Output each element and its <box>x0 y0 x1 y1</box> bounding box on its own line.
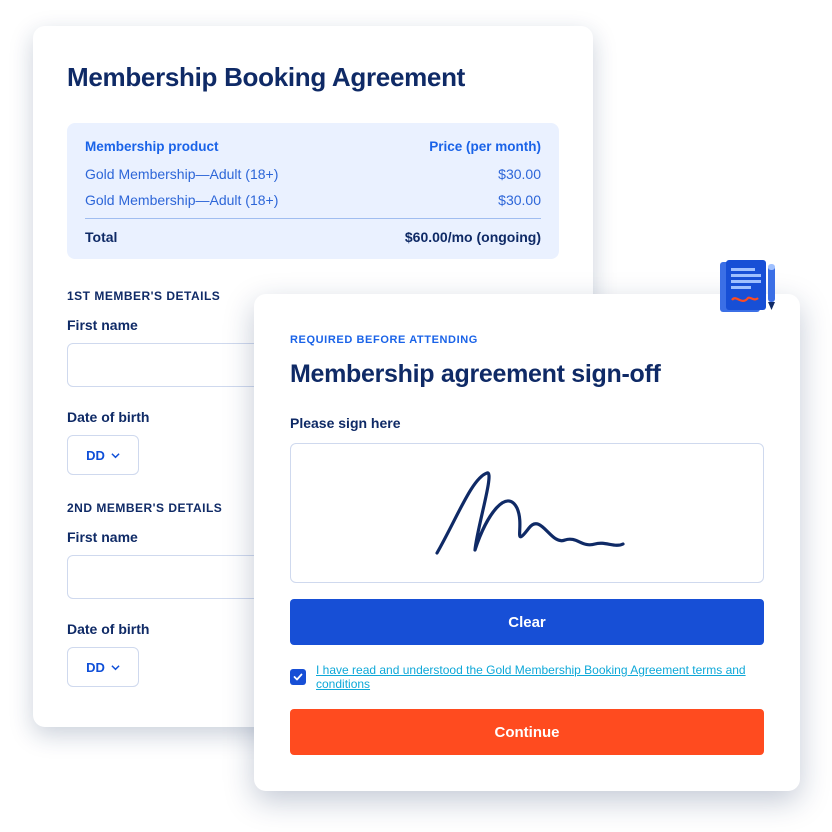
col-price-header: Price (per month) <box>429 139 541 154</box>
signature-stroke <box>417 458 637 568</box>
table-row: Gold Membership—Adult (18+) $30.00 <box>85 192 541 208</box>
col-product-header: Membership product <box>85 139 219 154</box>
overline-label: REQUIRED BEFORE ATTENDING <box>290 334 764 346</box>
member1-dob-day-select[interactable]: DD <box>67 435 139 475</box>
continue-button[interactable]: Continue <box>290 709 764 755</box>
signoff-card: REQUIRED BEFORE ATTENDING Membership agr… <box>254 294 800 791</box>
dob-spacer <box>151 435 165 475</box>
table-row: Gold Membership—Adult (18+) $30.00 <box>85 166 541 182</box>
product-name: Gold Membership—Adult (18+) <box>85 192 278 208</box>
document-sign-icon <box>714 260 784 330</box>
pricing-table: Membership product Price (per month) Gol… <box>67 123 559 259</box>
chevron-down-icon <box>111 663 120 672</box>
member2-dob-day-select[interactable]: DD <box>67 647 139 687</box>
total-label: Total <box>85 229 117 245</box>
select-value: DD <box>86 660 105 675</box>
signature-label: Please sign here <box>290 415 764 431</box>
button-label: Continue <box>495 724 560 741</box>
check-icon <box>293 672 303 682</box>
product-price: $30.00 <box>498 192 541 208</box>
product-name: Gold Membership—Adult (18+) <box>85 166 278 182</box>
page-title: Membership Booking Agreement <box>67 62 559 93</box>
consent-checkbox[interactable] <box>290 669 306 685</box>
select-value: DD <box>86 448 105 463</box>
button-label: Clear <box>508 614 546 631</box>
signoff-title: Membership agreement sign-off <box>290 360 764 389</box>
product-price: $30.00 <box>498 166 541 182</box>
clear-button[interactable]: Clear <box>290 599 764 645</box>
terms-link[interactable]: I have read and understood the Gold Memb… <box>316 663 764 691</box>
divider <box>85 218 541 219</box>
signature-pad[interactable] <box>290 443 764 583</box>
total-value: $60.00/mo (ongoing) <box>405 229 541 245</box>
chevron-down-icon <box>111 451 120 460</box>
